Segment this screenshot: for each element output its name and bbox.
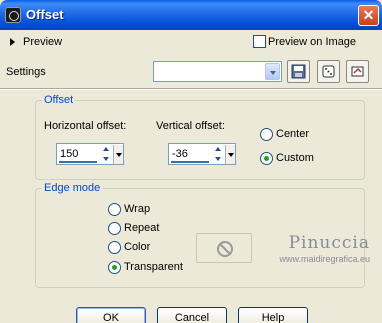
dice-icon [322, 65, 335, 78]
spin-arrows[interactable] [101, 145, 112, 164]
reset-icon [351, 66, 364, 77]
floppy-disk-icon [291, 64, 306, 79]
preview-row: Preview Preview on Image [0, 30, 382, 56]
offset-groupbox: Offset Horizontal offset: 150 Vertical o… [35, 94, 365, 180]
custom-radio-label[interactable]: Custom [276, 152, 314, 164]
preview-toggle-label[interactable]: Preview [23, 36, 62, 48]
vertical-offset-spinner[interactable]: -36 [168, 143, 236, 165]
preview-on-image-checkbox[interactable] [253, 35, 266, 48]
watermark-name: Pinuccia [288, 233, 370, 253]
reset-button[interactable] [346, 60, 369, 83]
spin-up-icon[interactable] [213, 145, 224, 154]
transparent-radio[interactable] [108, 261, 121, 274]
vertical-offset-label: Vertical offset: [156, 120, 225, 132]
spin-down-icon[interactable] [101, 155, 112, 164]
randomize-button[interactable] [317, 60, 340, 83]
value-underline [171, 161, 209, 163]
spin-down-icon[interactable] [213, 155, 224, 164]
transparent-radio-label[interactable]: Transparent [124, 261, 183, 273]
center-radio-label[interactable]: Center [276, 128, 309, 140]
color-radio[interactable] [108, 241, 121, 254]
repeat-radio[interactable] [108, 222, 121, 235]
wrap-radio[interactable] [108, 203, 121, 216]
divider [0, 88, 382, 90]
spin-arrows[interactable] [213, 145, 224, 164]
repeat-radio-label[interactable]: Repeat [124, 222, 159, 234]
close-button[interactable]: ✕ [358, 5, 379, 26]
spin-dropdown-icon[interactable] [225, 145, 235, 164]
settings-row: Settings [0, 56, 382, 90]
save-preset-button[interactable] [287, 60, 310, 83]
horizontal-offset-value[interactable]: 150 [60, 148, 78, 160]
center-radio[interactable] [260, 128, 273, 141]
title-bar[interactable]: Offset ✕ [0, 0, 382, 30]
vertical-offset-value[interactable]: -36 [172, 148, 188, 160]
custom-radio[interactable] [260, 152, 273, 165]
expand-arrow-icon[interactable] [10, 38, 15, 46]
no-entry-icon [217, 241, 233, 257]
cancel-button[interactable]: Cancel [157, 307, 227, 323]
horizontal-offset-spinner[interactable]: 150 [56, 143, 124, 165]
chevron-down-icon[interactable] [265, 63, 280, 80]
ok-button[interactable]: OK [76, 307, 146, 323]
help-button[interactable]: Help [238, 307, 308, 323]
spin-dropdown-icon[interactable] [113, 145, 123, 164]
main-panel: Offset Horizontal offset: 150 Vertical o… [22, 94, 365, 305]
spin-up-icon[interactable] [101, 145, 112, 154]
color-swatch-disabled [196, 233, 252, 263]
app-icon [5, 7, 21, 23]
value-underline [59, 161, 97, 163]
settings-dropdown[interactable] [153, 61, 282, 82]
window-title: Offset [26, 7, 64, 22]
color-radio-label[interactable]: Color [124, 241, 150, 253]
settings-label: Settings [6, 66, 46, 78]
watermark: Pinuccia www.maidiregrafica.eu [279, 233, 370, 264]
edge-mode-group-title: Edge mode [42, 182, 103, 194]
wrap-radio-label[interactable]: Wrap [124, 203, 150, 215]
horizontal-offset-label: Horizontal offset: [44, 120, 127, 132]
watermark-url: www.maidiregrafica.eu [279, 254, 370, 264]
offset-group-title: Offset [42, 94, 76, 106]
preview-on-image-label[interactable]: Preview on Image [268, 36, 356, 48]
